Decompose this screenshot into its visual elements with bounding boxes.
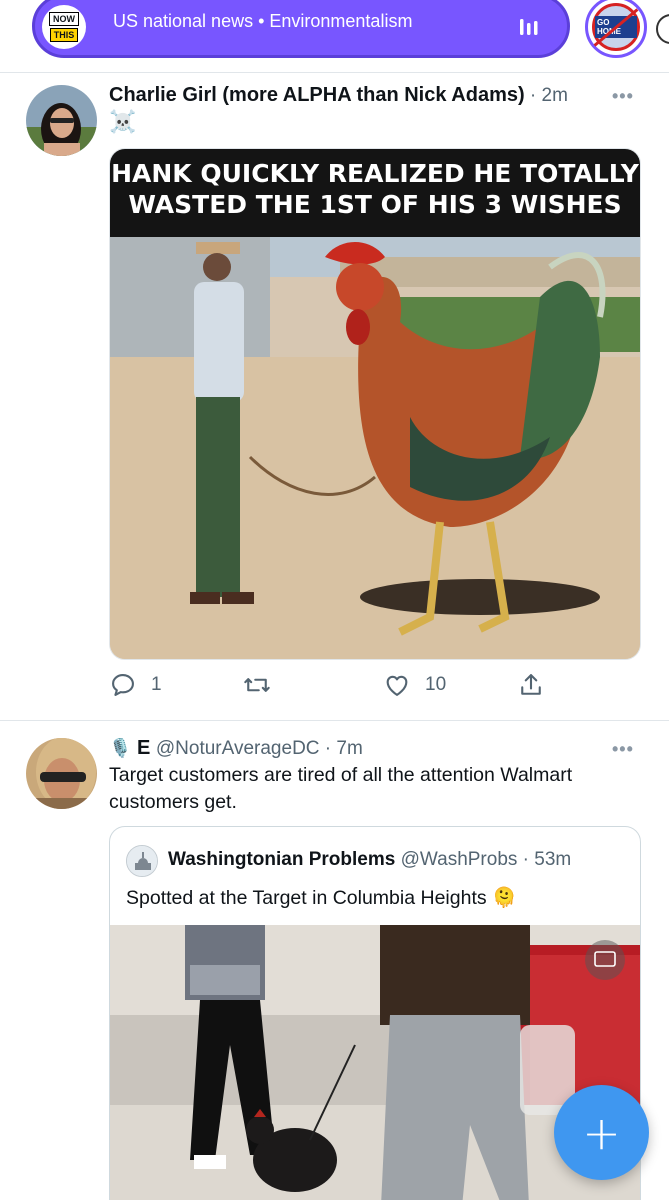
reply-button[interactable]: 1 xyxy=(109,671,162,699)
quoted-timestamp[interactable]: 53m xyxy=(534,849,571,870)
like-count: 10 xyxy=(425,674,447,695)
space-host-avatar[interactable]: GO HOME xyxy=(585,0,647,58)
go-home-icon: GO HOME xyxy=(592,3,640,51)
quoted-author-name[interactable]: Washingtonian Problems xyxy=(168,849,395,870)
nowthis-logo: NOW THIS xyxy=(42,5,86,49)
avatar[interactable] xyxy=(26,85,97,156)
timestamp[interactable]: 7m xyxy=(336,738,362,759)
author-handle[interactable]: @NoturAverageDC xyxy=(156,738,320,759)
audio-bars-icon xyxy=(519,17,541,42)
meme-caption: HANK QUICKLY REALIZED HE TOTALLY WASTED … xyxy=(110,149,640,237)
share-button[interactable] xyxy=(517,671,545,699)
quoted-handle[interactable]: @WashProbs xyxy=(401,849,518,870)
divider xyxy=(0,720,669,721)
tweet-actions: 1 10 xyxy=(109,671,641,701)
reply-icon xyxy=(112,674,134,696)
more-options-icon[interactable]: ••• xyxy=(612,739,634,760)
logo-text-top: NOW xyxy=(49,12,79,26)
compose-button[interactable]: + xyxy=(554,1085,649,1180)
spaces-bar: NOW THIS US national news • Environmenta… xyxy=(0,0,669,72)
author-name[interactable]: Charlie Girl (more ALPHA than Nick Adams… xyxy=(109,84,525,106)
separator: · xyxy=(517,849,535,870)
like-button[interactable]: 10 xyxy=(383,671,446,699)
live-space-pill[interactable]: NOW THIS US national news • Environmenta… xyxy=(32,0,570,58)
quoted-header: Washingtonian Problems @WashProbs · 53m xyxy=(168,849,571,871)
tweet-header: 🎙️ E @NoturAverageDC · 7m xyxy=(109,737,363,760)
tweet-text: Target customers are tired of all the at… xyxy=(109,764,573,813)
retweet-icon xyxy=(244,678,270,692)
separator: · xyxy=(319,738,337,759)
retweet-button[interactable] xyxy=(243,671,285,699)
offscreen-avatar[interactable] xyxy=(656,14,669,44)
reply-count: 1 xyxy=(151,674,162,695)
heart-icon xyxy=(386,675,408,696)
separator: · xyxy=(524,85,542,106)
share-icon xyxy=(521,674,541,695)
rooster-photo xyxy=(110,237,640,659)
more-options-icon[interactable]: ••• xyxy=(612,86,634,107)
tweet-image[interactable]: HANK QUICKLY REALIZED HE TOTALLY WASTED … xyxy=(109,148,641,660)
tweet-header: Charlie Girl (more ALPHA than Nick Adams… xyxy=(109,84,568,107)
caption-line-2: WASTED THE 1ST OF HIS 3 WISHES xyxy=(128,190,622,219)
divider xyxy=(0,72,669,73)
quoted-avatar[interactable] xyxy=(126,845,158,877)
caption-line-1: HANK QUICKLY REALIZED HE TOTALLY xyxy=(111,159,639,188)
timestamp[interactable]: 2m xyxy=(542,85,568,106)
logo-text-bottom: THIS xyxy=(49,28,79,42)
quoted-text: Spotted at the Target in Columbia Height… xyxy=(126,887,517,909)
author-name[interactable]: E xyxy=(137,737,150,759)
microphone-icon: 🎙️ xyxy=(109,738,132,758)
plus-icon: + xyxy=(582,1105,621,1160)
tweet-text: ☠️ xyxy=(109,109,137,134)
space-title: US national news • Environmentalism xyxy=(113,11,413,31)
avatar[interactable] xyxy=(26,738,97,809)
